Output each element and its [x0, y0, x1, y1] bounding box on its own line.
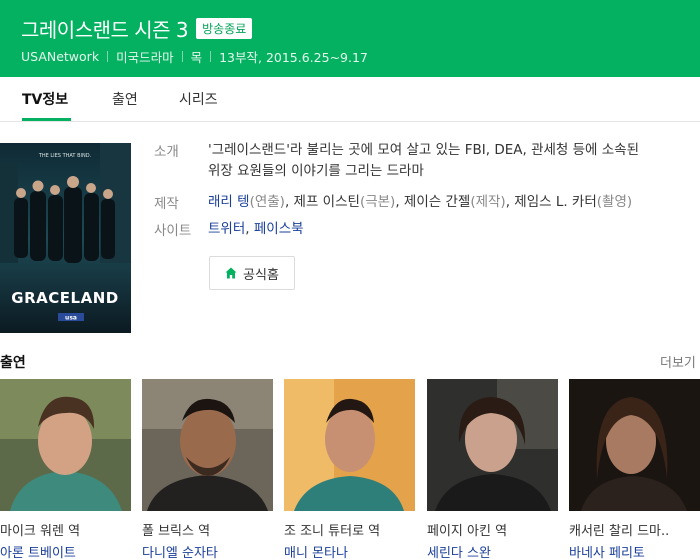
tab-bar: TV정보 출연 시리즈: [0, 77, 700, 122]
twitter-link[interactable]: 트위터: [208, 221, 245, 237]
cast-card[interactable]: 캐서린 찰리 드마.. 바네사 페리토: [569, 379, 700, 559]
production-label: 제작: [154, 196, 179, 212]
cast-photo[interactable]: [284, 379, 415, 511]
poster-network-logo: usa: [65, 315, 77, 322]
active-tab-indicator: [22, 118, 71, 121]
official-home-button[interactable]: 공식홈: [209, 256, 295, 290]
meta-row: USANetwork 미국드라마 목 13부작, 2015.6.25~9.17: [21, 47, 368, 66]
tab-cast[interactable]: 출연: [112, 89, 138, 109]
intro-label: 소개: [154, 144, 179, 160]
cast-role: 페이지 아킨 역: [427, 524, 508, 539]
production-list: 래리 텡(연출), 제프 이스틴(극본), 제이슨 간젤(제작), 제임스 L.…: [208, 194, 633, 210]
cast-name[interactable]: 바네사 페리토: [569, 542, 645, 559]
cast-role: 조 조니 튜터로 역: [284, 524, 381, 539]
divider: [107, 51, 109, 62]
crew-name[interactable]: 제이슨 간젤: [404, 194, 470, 210]
home-icon: [225, 267, 237, 279]
divider: [181, 51, 183, 62]
tab-series[interactable]: 시리즈: [179, 89, 218, 109]
cast-role: 마이크 워렌 역: [0, 524, 81, 539]
intro-line-2: 위장 요원들의 이야기를 그리는 드라마: [208, 163, 424, 179]
official-home-label: 공식홈: [243, 267, 279, 283]
crew-role: (촬영): [596, 194, 633, 210]
genre-label: 미국드라마: [116, 50, 174, 65]
intro-line-1: '그레이스랜드'라 불리는 곳에 모여 살고 있는 FBI, DEA, 관세청 …: [208, 142, 640, 158]
cast-name[interactable]: 아론 트베이트: [0, 542, 76, 559]
cast-card[interactable]: 마이크 워렌 역 아론 트베이트: [0, 379, 131, 559]
facebook-link[interactable]: 페이스북: [254, 221, 304, 237]
cast-name[interactable]: 다니엘 순자타: [142, 542, 218, 559]
day-label: 목: [190, 50, 203, 65]
crew-name[interactable]: 래리 텡: [208, 194, 250, 210]
title-row: 그레이스랜드 시즌 3 방송종료: [21, 14, 253, 43]
more-link[interactable]: 더보기: [660, 352, 696, 371]
cast-card[interactable]: 폴 브릭스 역 다니엘 순자타: [142, 379, 273, 559]
episodes-dates: 13부작, 2015.6.25~9.17: [219, 50, 368, 65]
divider: [210, 51, 212, 62]
status-badge: 방송종료: [196, 18, 253, 39]
cast-role: 캐서린 찰리 드마..: [569, 524, 670, 539]
cast-photo[interactable]: [142, 379, 273, 511]
header-bar: 그레이스랜드 시즌 3 방송종료 USANetwork 미국드라마 목 13부작…: [0, 0, 700, 77]
tab-tv-info[interactable]: TV정보: [22, 89, 68, 109]
cast-role: 폴 브릭스 역: [142, 524, 211, 539]
poster-tagline: THE LIES THAT BIND.: [38, 153, 92, 159]
crew-role: (극본): [359, 194, 396, 210]
cast-section-title: 출연: [0, 355, 26, 371]
site-label: 사이트: [154, 223, 192, 239]
cast-name[interactable]: 세린다 스완: [427, 542, 491, 559]
crew-role: (연출): [249, 194, 285, 210]
poster-image: THE LIES THAT BIND. GRACELAND usa: [0, 143, 131, 333]
page-title: 그레이스랜드 시즌 3: [21, 18, 189, 42]
poster-show-name: GRACELAND: [11, 289, 118, 307]
crew-role: (제작): [470, 194, 506, 210]
cast-photo[interactable]: [569, 379, 700, 511]
crew-name[interactable]: 제임스 L. 카터: [514, 194, 597, 210]
show-poster[interactable]: THE LIES THAT BIND. GRACELAND usa: [0, 143, 131, 333]
cast-name[interactable]: 매니 몬타나: [284, 542, 348, 559]
cast-photo[interactable]: [0, 379, 131, 511]
crew-name[interactable]: 제프 이스틴: [294, 194, 360, 210]
cast-photo[interactable]: [427, 379, 558, 511]
network-label: USANetwork: [21, 49, 100, 64]
cast-card[interactable]: 조 조니 튜터로 역 매니 몬타나: [284, 379, 415, 559]
cast-card[interactable]: 페이지 아킨 역 세린다 스완: [427, 379, 558, 559]
site-links: 트위터, 페이스북: [208, 221, 304, 237]
